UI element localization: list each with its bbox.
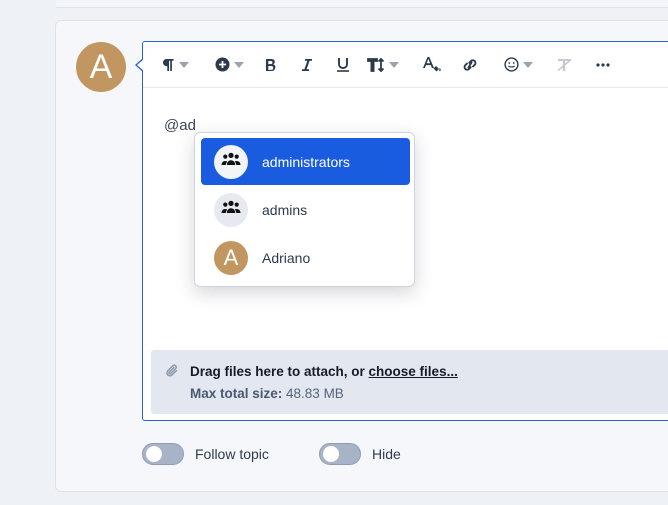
max-size-label: Max total size:	[190, 386, 283, 401]
clear-format-button[interactable]	[547, 50, 581, 80]
paragraph-format-button[interactable]	[153, 50, 197, 80]
emoji-button[interactable]	[495, 50, 541, 80]
hide-label: Hide	[372, 446, 401, 462]
underline-button[interactable]	[325, 50, 361, 80]
insert-button[interactable]	[205, 50, 253, 80]
italic-icon	[301, 58, 313, 72]
link-button[interactable]	[453, 50, 487, 80]
text-color-button[interactable]	[411, 50, 453, 80]
bold-icon	[265, 58, 277, 72]
group-icon	[221, 152, 241, 171]
mention-label: Adriano	[262, 249, 311, 266]
insert-plus-icon	[215, 57, 230, 72]
attachment-dropzone[interactable]: Drag files here to attach, or choose fil…	[151, 350, 668, 414]
editor-pointer-inner	[137, 59, 144, 71]
switch-knob	[146, 446, 162, 462]
mention-label: admins	[262, 201, 308, 218]
text-color-icon	[422, 56, 442, 73]
clear-format-icon	[556, 58, 573, 72]
more-options-button[interactable]	[585, 50, 621, 80]
chevron-down-icon	[522, 61, 533, 68]
hide-toggle[interactable]: Hide	[319, 443, 401, 465]
link-icon	[461, 58, 479, 72]
choose-files-link[interactable]: choose files...	[369, 364, 458, 379]
chevron-down-icon	[233, 61, 244, 68]
editor-content[interactable]: @ad	[164, 117, 196, 134]
max-size-text: Max total size: 48.83 MB	[190, 386, 344, 401]
follow-topic-label: Follow topic	[195, 446, 269, 462]
user-avatar: A	[214, 240, 248, 275]
mention-label: administrators	[262, 153, 350, 170]
underline-icon	[336, 57, 350, 72]
paragraph-icon	[161, 58, 175, 72]
mention-suggestions: administrators admins A Adriano	[194, 132, 415, 287]
chevron-down-icon	[179, 61, 189, 68]
mention-item-admins[interactable]: admins	[201, 186, 410, 233]
paperclip-icon	[165, 363, 179, 384]
text-size-icon	[367, 57, 385, 72]
mention-item-adriano[interactable]: A Adriano	[201, 234, 410, 281]
switch-knob	[323, 446, 339, 462]
text-size-button[interactable]	[361, 50, 405, 80]
group-avatar	[214, 192, 248, 227]
page-top-strip	[56, 0, 668, 8]
hide-switch[interactable]	[319, 443, 361, 465]
drag-files-text: Drag files here to attach, or choose fil…	[190, 364, 458, 379]
author-avatar: A	[76, 42, 126, 92]
more-icon	[596, 62, 610, 67]
follow-topic-switch[interactable]	[142, 443, 184, 465]
emoji-icon	[503, 57, 519, 72]
follow-topic-toggle[interactable]: Follow topic	[142, 443, 269, 465]
group-icon	[221, 200, 241, 219]
group-avatar	[214, 144, 248, 179]
max-size-value: 48.83 MB	[282, 386, 344, 401]
italic-button[interactable]	[289, 50, 325, 80]
author-initial: A	[89, 48, 113, 86]
user-initial: A	[223, 244, 239, 270]
drag-files-label: Drag files here to attach, or	[190, 364, 369, 379]
mention-item-administrators[interactable]: administrators	[201, 138, 410, 185]
chevron-down-icon	[389, 61, 399, 68]
bold-button[interactable]	[253, 50, 289, 80]
editor-toolbar	[143, 42, 668, 88]
